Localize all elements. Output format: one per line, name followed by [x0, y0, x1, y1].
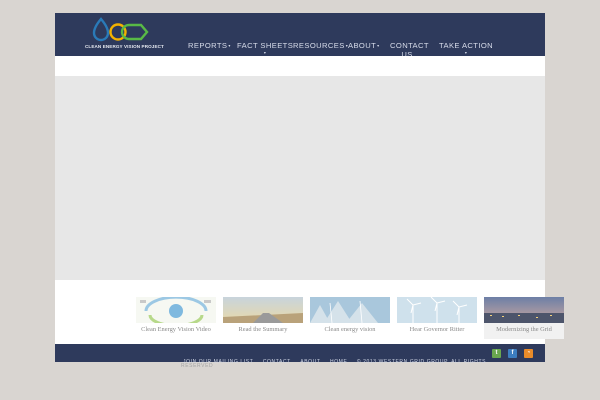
sub-header-strip — [55, 56, 545, 76]
chevron-down-icon: ▾ — [263, 50, 267, 55]
footer-link-home[interactable]: HOME — [330, 359, 347, 365]
nav-label: FACT SHEETS — [237, 41, 294, 50]
nav-item-resources[interactable]: RESOURCES▾ — [293, 41, 348, 50]
nav-item-about[interactable]: ABOUT▾ — [348, 41, 380, 50]
nav-label: ABOUT — [348, 41, 377, 50]
chevron-down-icon: ▾ — [377, 43, 380, 48]
site-container: CLEAN ENERGY VISION PROJECT REPORTS▾ FAC… — [55, 13, 564, 365]
twitter-icon[interactable]: t — [492, 349, 501, 358]
thumbnail-image — [310, 297, 390, 323]
chevron-down-icon: ▾ — [464, 50, 468, 55]
nav-item-take-action[interactable]: TAKE ACTION ▾ — [439, 41, 493, 55]
thumbnail-image — [484, 297, 564, 323]
facebook-icon[interactable]: f — [508, 349, 517, 358]
thumbnail-caption: Clean energy vision — [324, 326, 376, 333]
thumbnail-caption: Modernizing the Grid — [496, 326, 552, 333]
nav-item-fact-sheets[interactable]: FACT SHEETS ▾ — [237, 41, 293, 55]
footer-link-contact[interactable]: CONTACT — [263, 359, 291, 365]
rss-icon[interactable]: ◔ — [524, 349, 533, 358]
chevron-down-icon: ▾ — [228, 43, 231, 48]
header: CLEAN ENERGY VISION PROJECT REPORTS▾ FAC… — [55, 13, 545, 59]
thumbnail-caption: Clean Energy Vision Video — [141, 326, 211, 333]
footer-links: JOIN OUR MAILING LIST CONTACT ABOUT HOME… — [183, 350, 485, 368]
copyright-overflow-text: RESERVED — [181, 363, 214, 369]
main-nav: REPORTS▾ FACT SHEETS ▾ RESOURCES▾ ABOUT▾… — [55, 41, 545, 59]
nav-item-reports[interactable]: REPORTS▾ — [188, 41, 231, 50]
footer: JOIN OUR MAILING LIST CONTACT ABOUT HOME… — [55, 344, 545, 365]
footer-link-about[interactable]: ABOUT — [300, 359, 320, 365]
thumbnail-image — [223, 297, 303, 323]
nav-label: RESOURCES — [293, 41, 345, 50]
nav-label: TAKE ACTION — [439, 41, 494, 50]
hero-area — [55, 76, 545, 280]
nav-label: REPORTS — [188, 41, 228, 50]
logo-icon — [92, 17, 149, 42]
thumbnail-caption: Read the Summary — [238, 326, 288, 333]
thumbnail-caption: Hear Governor Ritter — [409, 326, 465, 333]
thumbnail-image — [136, 297, 216, 323]
copyright-text: © 2013 WESTERN GRID GROUP. ALL RIGHTS — [356, 359, 487, 365]
thumbnail-modernizing-the-grid[interactable]: Modernizing the Grid — [484, 297, 564, 339]
thumbnail-image — [397, 297, 477, 323]
